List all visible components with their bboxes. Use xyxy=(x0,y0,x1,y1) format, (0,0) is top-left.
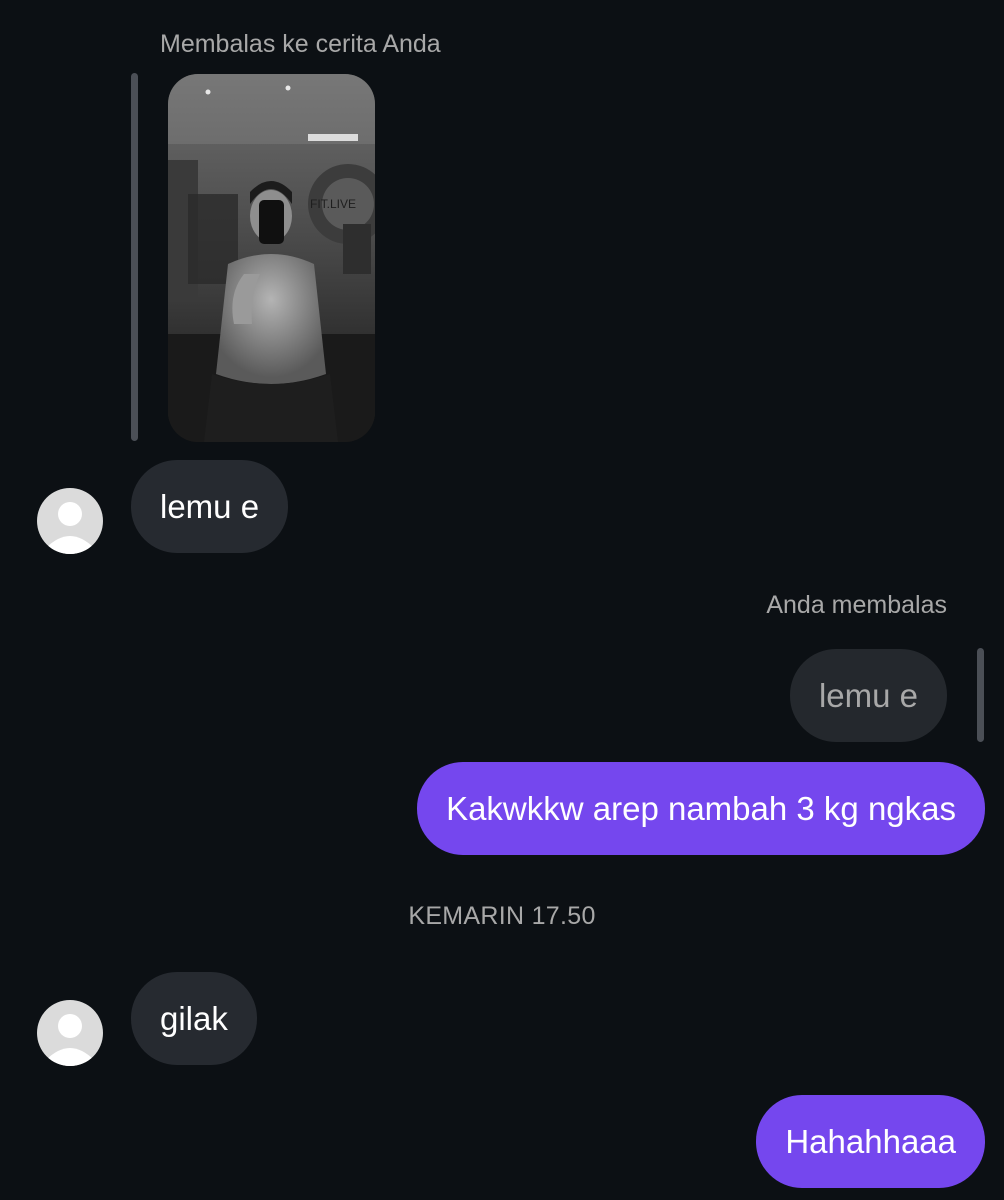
default-avatar-icon xyxy=(46,1014,94,1066)
quote-indicator-bar xyxy=(977,648,984,742)
message-timestamp: KEMARIN 17.50 xyxy=(408,902,596,930)
sender-avatar[interactable] xyxy=(37,488,103,554)
story-image: FIT.LIVE xyxy=(168,74,375,442)
incoming-message-bubble[interactable]: gilak xyxy=(131,972,257,1065)
sender-avatar[interactable] xyxy=(37,1000,103,1066)
quoted-message-bubble[interactable]: lemu e xyxy=(789,649,947,742)
chat-screen: Membalas ke cerita Anda FIT.LIVE lemu e … xyxy=(0,0,1004,1200)
story-sign-text: FIT.LIVE xyxy=(310,197,356,211)
default-avatar-icon xyxy=(46,502,94,554)
my-reply-caption: Anda membalas xyxy=(766,591,947,619)
outgoing-message-bubble[interactable]: Kakwkkw arep nambah 3 kg ngkas xyxy=(417,762,985,855)
story-reply-indicator-bar xyxy=(131,73,138,441)
story-reply-caption: Membalas ke cerita Anda xyxy=(160,30,441,58)
incoming-message-bubble[interactable]: lemu e xyxy=(131,460,289,553)
outgoing-message-bubble[interactable]: Hahahhaaa xyxy=(756,1095,985,1188)
story-thumbnail[interactable]: FIT.LIVE xyxy=(168,74,375,442)
